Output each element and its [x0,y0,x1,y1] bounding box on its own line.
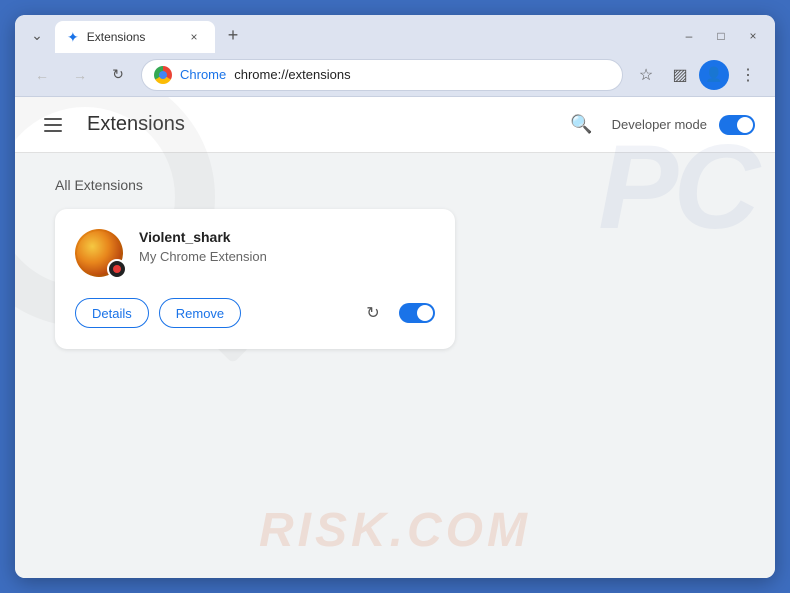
extension-card-bottom: Details Remove ↻ [75,297,435,329]
reload-extension-button[interactable]: ↻ [357,297,389,329]
maximize-button[interactable]: □ [707,25,735,47]
remove-button[interactable]: Remove [159,298,241,328]
browser-toolbar: ← → ↻ Chrome chrome://extensions ☆ ▨ 👤 ⋮ [15,53,775,97]
forward-button[interactable]: → [65,60,95,90]
extensions-header: Extensions 🔍 Developer mode [15,97,775,153]
developer-mode-toggle[interactable] [719,115,755,135]
extensions-button[interactable]: ▨ [665,60,695,90]
extension-icon-wrapper [75,229,123,277]
tab-title: Extensions [87,30,177,44]
extension-name: Violent_shark [139,229,267,245]
toolbar-icons: ☆ ▨ 👤 ⋮ [631,60,763,90]
page-content: PC RISK.COM Extensions 🔍 Developer mode [15,97,775,578]
extension-description: My Chrome Extension [139,249,267,264]
tab-back-dropdown[interactable]: ⌄ [23,21,51,49]
close-button[interactable]: × [739,25,767,47]
star-button[interactable]: ☆ [631,60,661,90]
hamburger-line-1 [44,118,62,120]
menu-button[interactable]: ⋮ [733,60,763,90]
search-extensions-button[interactable]: 🔍 [564,107,600,143]
new-tab-button[interactable]: + [219,21,247,49]
hamburger-line-3 [44,130,62,132]
active-tab[interactable]: ✦ Extensions × [55,21,215,53]
hamburger-line-2 [44,124,62,126]
reload-button[interactable]: ↻ [103,60,133,90]
profile-button[interactable]: 👤 [699,60,729,90]
address-bar[interactable]: Chrome chrome://extensions [141,59,623,91]
title-bar: ⌄ ✦ Extensions × + – □ × [15,15,775,53]
details-button[interactable]: Details [75,298,149,328]
extensions-page: Extensions 🔍 Developer mode All Extensio… [15,97,775,578]
chrome-brand-label: Chrome [180,67,226,82]
developer-mode-label: Developer mode [612,117,707,132]
tab-close-button[interactable]: × [185,28,203,46]
hamburger-menu-button[interactable] [35,107,71,143]
all-extensions-label: All Extensions [55,177,735,193]
window-controls: – □ × [675,25,767,53]
address-text: chrome://extensions [234,67,610,82]
extensions-body: All Extensions Violent_ [15,153,775,578]
extension-badge [107,259,127,279]
extension-toggle[interactable] [399,303,435,323]
extension-card-top: Violent_shark My Chrome Extension [75,229,435,277]
minimize-button[interactable]: – [675,25,703,47]
extension-card: Violent_shark My Chrome Extension Detail… [55,209,455,349]
chrome-logo-icon [154,66,172,84]
extensions-page-title: Extensions [87,113,548,136]
extension-badge-dot [113,265,121,273]
tab-area: ⌄ ✦ Extensions × + [23,21,675,53]
tab-favicon-icon: ✦ [67,29,79,46]
browser-window: ⌄ ✦ Extensions × + – □ × ← → ↻ Chrome ch… [15,15,775,578]
back-button[interactable]: ← [27,60,57,90]
extensions-header-right: 🔍 Developer mode [564,107,755,143]
extension-info: Violent_shark My Chrome Extension [139,229,267,264]
